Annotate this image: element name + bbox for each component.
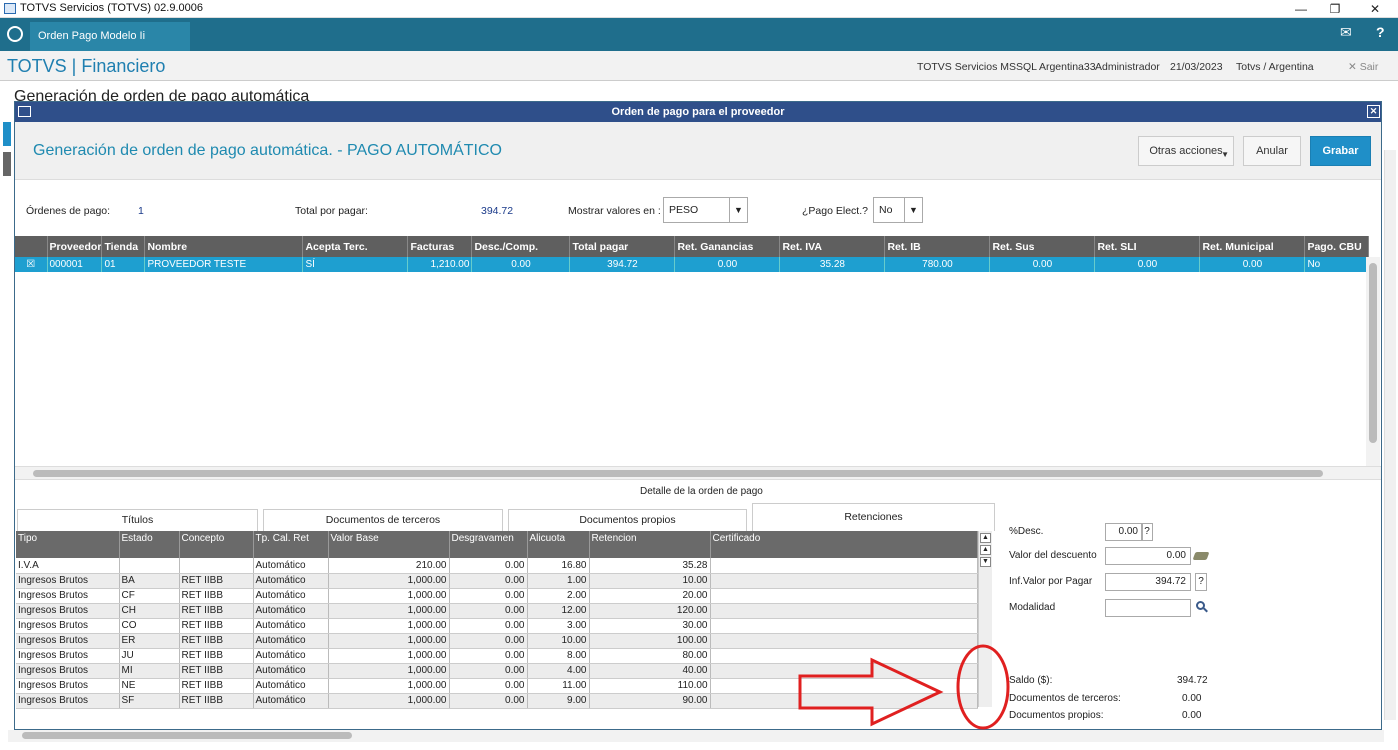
annotation-circle xyxy=(956,644,1010,730)
annotation-arrow xyxy=(798,657,944,727)
annotation-overlay xyxy=(798,644,1010,730)
